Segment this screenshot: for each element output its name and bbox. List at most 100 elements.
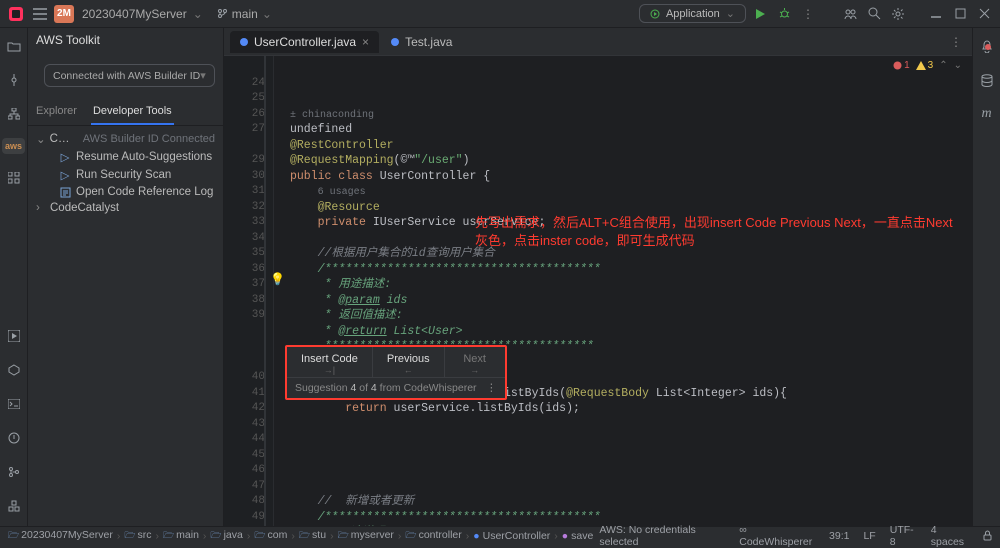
build-tool-icon[interactable] — [4, 496, 24, 516]
tab-developer-tools[interactable]: Developer Tools — [91, 99, 174, 125]
run-tool-icon[interactable] — [4, 326, 24, 346]
gutter: 2425262729303132333435363738394041424344… — [224, 56, 274, 526]
code-with-me-icon[interactable] — [840, 4, 860, 24]
breadcrumb-item[interactable]: stu — [299, 528, 326, 544]
inspection-indicators[interactable]: 1 3 ⌃ ⌄ — [893, 60, 962, 71]
warning-indicator[interactable]: 3 — [916, 60, 934, 71]
breadcrumb-item[interactable]: save — [562, 530, 594, 542]
notifications-icon[interactable] — [977, 36, 997, 56]
chevron-icon[interactable]: ⌃ — [939, 60, 947, 71]
tree-item-scan[interactable]: ▷ Run Security Scan — [54, 166, 219, 184]
tool-tree: ⌄ CodeWhisperer AWS Builder ID Connected… — [28, 126, 223, 220]
editor-body[interactable]: 2425262729303132333435363738394041424344… — [224, 56, 972, 526]
close-icon[interactable]: × — [362, 35, 369, 49]
app-icon — [6, 4, 26, 24]
editor-tab-active[interactable]: UserController.java × — [230, 31, 379, 53]
error-indicator[interactable]: 1 — [893, 60, 910, 71]
tabs-more-icon[interactable]: ⋮ — [950, 35, 962, 49]
class-icon — [240, 38, 248, 46]
problems-tool-icon[interactable] — [4, 428, 24, 448]
code-area[interactable]: ± chinacondingundefined@RestController@R… — [274, 56, 972, 526]
aws-tool-icon[interactable]: aws — [2, 138, 25, 154]
title-bar: 2M 20230407MyServer ⌄ main ⌄ Application… — [0, 0, 1000, 28]
branch-name: main — [232, 7, 258, 21]
window-close[interactable] — [974, 4, 994, 24]
status-bar: 20230407MyServer›src›main›java›com›stu›m… — [0, 526, 1000, 544]
commit-tool-icon[interactable] — [4, 70, 24, 90]
tree-codecatalyst[interactable]: › CodeCatalyst — [32, 200, 219, 216]
panel-tabs: Explorer Developer Tools — [28, 99, 223, 126]
maven-tool-icon[interactable]: m — [977, 104, 997, 124]
breadcrumb[interactable]: 20230407MyServer›src›main›java›com›stu›m… — [8, 528, 593, 544]
chevron-icon[interactable]: ⌄ — [954, 60, 962, 71]
tab-label: UserController.java — [254, 35, 356, 49]
right-tool-strip: m — [972, 28, 1000, 526]
settings-icon[interactable] — [888, 4, 908, 24]
line-ending[interactable]: LF — [863, 530, 875, 542]
tree-item-resume[interactable]: ▷ Resume Auto-Suggestions — [54, 148, 219, 166]
panel-title: AWS Toolkit — [36, 33, 100, 47]
window-maximize[interactable] — [950, 4, 970, 24]
vcs-tool-icon[interactable] — [4, 462, 24, 482]
editor-tabs: UserController.java × Test.java ⋮ — [224, 28, 972, 56]
previous-button[interactable]: Previous← — [373, 347, 445, 377]
tree-codewhisperer[interactable]: ⌄ CodeWhisperer AWS Builder ID Connected — [32, 130, 219, 148]
tree-label: Open Code Reference Log — [76, 186, 213, 198]
connection-label: Connected with AWS Builder ID — [53, 70, 200, 82]
tree-label: Run Security Scan — [76, 169, 171, 181]
run-icon — [650, 9, 660, 19]
tree-label: CodeCatalyst — [50, 202, 119, 214]
breadcrumb-item[interactable]: main — [163, 528, 199, 544]
suggestion-footer: Suggestion 4 of 4 from CodeWhisperer ⋮ — [287, 377, 505, 398]
chevron-down-icon: ▾ — [200, 69, 206, 82]
tree-label: Resume Auto-Suggestions — [76, 151, 212, 163]
class-icon — [391, 38, 399, 46]
chevron-down-icon: ⌄ — [36, 132, 46, 146]
breadcrumb-item[interactable]: myserver — [338, 528, 394, 544]
more-icon[interactable]: ⋮ — [486, 382, 497, 394]
readonly-icon[interactable] — [983, 530, 992, 541]
breadcrumb-item[interactable]: controller — [405, 528, 461, 544]
play-icon: ▷ — [58, 168, 72, 182]
window-minimize[interactable] — [926, 4, 946, 24]
tree-status: AWS Builder ID Connected — [83, 133, 215, 145]
editor-area: UserController.java × Test.java ⋮ 242526… — [224, 28, 972, 526]
more-run-icon[interactable]: ⋮ — [798, 4, 818, 24]
breadcrumb-item[interactable]: src — [124, 528, 151, 544]
project-tool-icon[interactable] — [4, 36, 24, 56]
tree-item-reflog[interactable]: Open Code Reference Log — [54, 184, 219, 200]
editor-tab[interactable]: Test.java — [381, 31, 462, 53]
connection-selector[interactable]: Connected with AWS Builder ID ▾ — [44, 64, 215, 87]
aws-toolkit-panel: AWS Toolkit Connected with AWS Builder I… — [28, 28, 224, 526]
breadcrumb-item[interactable]: java — [210, 528, 242, 544]
services-tool-icon[interactable] — [4, 360, 24, 380]
project-badge[interactable]: 2M — [54, 5, 74, 23]
tab-explorer[interactable]: Explorer — [34, 99, 79, 125]
insert-code-button[interactable]: Insert Code→| — [287, 347, 373, 377]
database-tool-icon[interactable] — [977, 70, 997, 90]
debug-button[interactable] — [774, 4, 794, 24]
run-configuration[interactable]: Application ⌄ — [639, 4, 746, 23]
project-name[interactable]: 20230407MyServer — [82, 7, 187, 21]
chevron-right-icon: › — [36, 202, 46, 214]
play-icon: ▷ — [58, 150, 72, 164]
breadcrumb-item[interactable]: UserController — [473, 530, 550, 542]
intention-bulb-icon[interactable]: 💡 — [270, 272, 285, 286]
next-button[interactable]: Next→ — [445, 347, 505, 377]
search-icon[interactable] — [864, 4, 884, 24]
main-menu-icon[interactable] — [30, 4, 50, 24]
structure-tool-icon[interactable] — [4, 104, 24, 124]
terminal-tool-icon[interactable] — [4, 394, 24, 414]
breadcrumb-item[interactable]: com — [254, 528, 287, 544]
run-button[interactable] — [750, 4, 770, 24]
tab-label: Test.java — [405, 35, 452, 49]
breadcrumb-item[interactable]: 20230407MyServer — [8, 528, 113, 544]
codewhisperer-popup: Insert Code→| Previous← Next→ Suggestion… — [285, 345, 507, 400]
chevron-down-icon[interactable]: ⌄ — [193, 7, 203, 21]
more-tool-icon[interactable] — [4, 168, 24, 188]
caret-position[interactable]: 39:1 — [829, 530, 849, 542]
run-config-label: Application — [666, 8, 720, 20]
tree-label: CodeWhisperer — [50, 133, 75, 145]
vcs-branch[interactable]: main ⌄ — [217, 7, 272, 21]
log-icon — [58, 187, 72, 198]
